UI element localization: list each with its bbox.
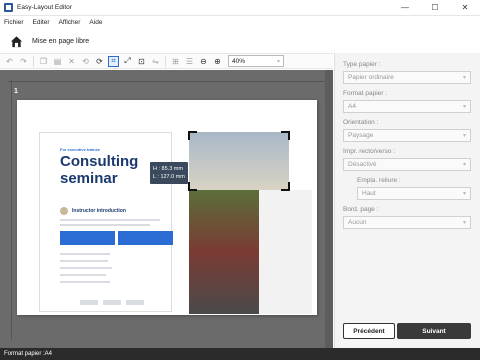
crop-handle[interactable]: [281, 182, 290, 191]
chevron-down-icon: ▾: [462, 133, 466, 139]
paper-size-label: Format papier :: [343, 90, 388, 97]
text-line: [60, 219, 160, 221]
redo-icon[interactable]: ↷: [18, 56, 29, 67]
menu-afficher[interactable]: Afficher: [59, 19, 81, 26]
settings-panel: Type papier : Papier ordinaire ▾ Format …: [334, 53, 480, 348]
fill-icon[interactable]: ⊡: [136, 56, 147, 67]
window-title: Easy-Layout Editor: [17, 4, 72, 11]
rotate-left-icon[interactable]: ⟲: [80, 56, 91, 67]
flip-icon[interactable]: ⇋: [150, 56, 161, 67]
copy-icon[interactable]: ❐: [38, 56, 49, 67]
sponsor-logos: [80, 300, 149, 305]
chevron-down-icon: ▾: [462, 191, 466, 197]
menu-bar: Fichier Editer Afficher Aide: [0, 16, 480, 28]
brochure-image[interactable]: For executive trainee Consulting seminar…: [39, 132, 173, 312]
rotate-right-icon[interactable]: ⟳: [94, 56, 105, 67]
delete-icon[interactable]: ✕: [66, 56, 77, 67]
orientation-select[interactable]: Paysage ▾: [343, 129, 471, 142]
toolbar-divider: [165, 55, 166, 67]
house-photo[interactable]: [189, 190, 259, 314]
photo-outside-crop: [259, 190, 312, 314]
logo: [80, 300, 98, 305]
paper-type-value: Papier ordinaire: [348, 74, 394, 81]
text-line: [60, 253, 110, 255]
width-readout: L : 127.0 mm: [153, 174, 185, 180]
paper-type-label: Type papier :: [343, 61, 381, 68]
binding-label: Empla. reliure :: [357, 177, 401, 184]
text-line: [60, 267, 112, 269]
paste-icon[interactable]: ▤: [52, 56, 63, 67]
duplex-value: Désactivé: [348, 161, 377, 168]
info-box: [60, 231, 115, 245]
avatar: [60, 207, 68, 215]
text-line: [60, 281, 110, 283]
paper-type-select[interactable]: Papier ordinaire ▾: [343, 71, 471, 84]
crop-handle[interactable]: [188, 182, 197, 191]
logo: [103, 300, 121, 305]
zoom-value: 40%: [232, 57, 246, 65]
undo-icon[interactable]: ↶: [4, 56, 15, 67]
text-line: [60, 274, 106, 276]
chevron-down-icon: ▾: [462, 220, 466, 226]
paper-sheet[interactable]: For executive trainee Consulting seminar…: [17, 100, 317, 315]
canvas-area[interactable]: 1 For executive trainee Consulting semin…: [0, 70, 333, 348]
grid-icon[interactable]: ⊞: [170, 56, 181, 67]
minimize-button[interactable]: —: [390, 0, 420, 16]
orientation-value: Paysage: [348, 132, 374, 139]
toolbar-divider: [33, 55, 34, 67]
binding-select[interactable]: Haut ▾: [357, 187, 471, 200]
zoom-in-icon[interactable]: ⊕: [212, 56, 223, 67]
zoom-select[interactable]: 40% ▾: [228, 55, 284, 67]
vertical-ruler: [4, 80, 12, 340]
status-text: Format papier :A4: [4, 351, 53, 357]
crop-handle[interactable]: [188, 131, 197, 140]
border-label: Bord. page :: [343, 206, 379, 213]
duplex-select[interactable]: Désactivé ▾: [343, 158, 471, 171]
text-line: [60, 224, 150, 226]
chevron-down-icon: ▾: [462, 104, 466, 110]
menu-editer[interactable]: Editer: [33, 19, 50, 26]
text-line: [60, 260, 108, 262]
zoom-out-icon[interactable]: ⊖: [198, 56, 209, 67]
duplex-label: Impr. recto/verso :: [343, 148, 396, 155]
menu-aide[interactable]: Aide: [89, 19, 102, 26]
logo: [126, 300, 144, 305]
fit-icon[interactable]: ⤢: [122, 56, 133, 67]
app-icon: [4, 3, 13, 12]
page-number: 1: [14, 88, 18, 95]
paper-size-value: A4: [348, 103, 356, 110]
height-readout: H : 85.3 mm: [153, 166, 183, 172]
border-select[interactable]: Aucun ▾: [343, 216, 471, 229]
chevron-down-icon: ▾: [462, 162, 466, 168]
status-bar: Format papier :A4: [0, 348, 480, 360]
brochure-tag: For executive trainee: [60, 147, 101, 152]
align-icon[interactable]: ☰: [184, 56, 195, 67]
chevron-down-icon: ▾: [276, 58, 280, 65]
vertical-scrollbar[interactable]: [325, 70, 333, 348]
binding-value: Haut: [362, 190, 376, 197]
toolbar: ↶ ↷ ❐ ▤ ✕ ⟲ ⟳ ⌗ ⤢ ⊡ ⇋ ⊞ ☰ ⊖ ⊕ 40% ▾: [0, 53, 333, 69]
size-tooltip: H : 85.3 mm L : 127.0 mm: [150, 162, 188, 184]
previous-button[interactable]: Précédent: [343, 323, 395, 339]
header-bar: Mise en page libre: [0, 30, 480, 52]
info-box: [118, 231, 173, 245]
crop-icon[interactable]: ⌗: [108, 55, 119, 67]
menu-fichier[interactable]: Fichier: [4, 19, 24, 26]
title-bar: Easy-Layout Editor — ☐ ✕: [0, 0, 480, 16]
page-title: Mise en page libre: [32, 37, 90, 45]
paper-size-select[interactable]: A4 ▾: [343, 100, 471, 113]
close-button[interactable]: ✕: [450, 0, 480, 16]
border-value: Aucun: [348, 219, 367, 226]
chevron-down-icon: ▾: [462, 75, 466, 81]
home-icon[interactable]: [10, 35, 23, 48]
next-button[interactable]: Suivant: [397, 323, 471, 339]
orientation-label: Orientation :: [343, 119, 379, 126]
crop-handle[interactable]: [281, 131, 290, 140]
brochure-instructor: Instructor introduction: [60, 206, 160, 216]
horizontal-ruler: [8, 74, 326, 82]
window-controls: — ☐ ✕: [390, 0, 480, 16]
instructor-label: Instructor introduction: [72, 208, 126, 214]
crop-frame[interactable]: [188, 131, 290, 191]
maximize-button[interactable]: ☐: [420, 0, 450, 16]
